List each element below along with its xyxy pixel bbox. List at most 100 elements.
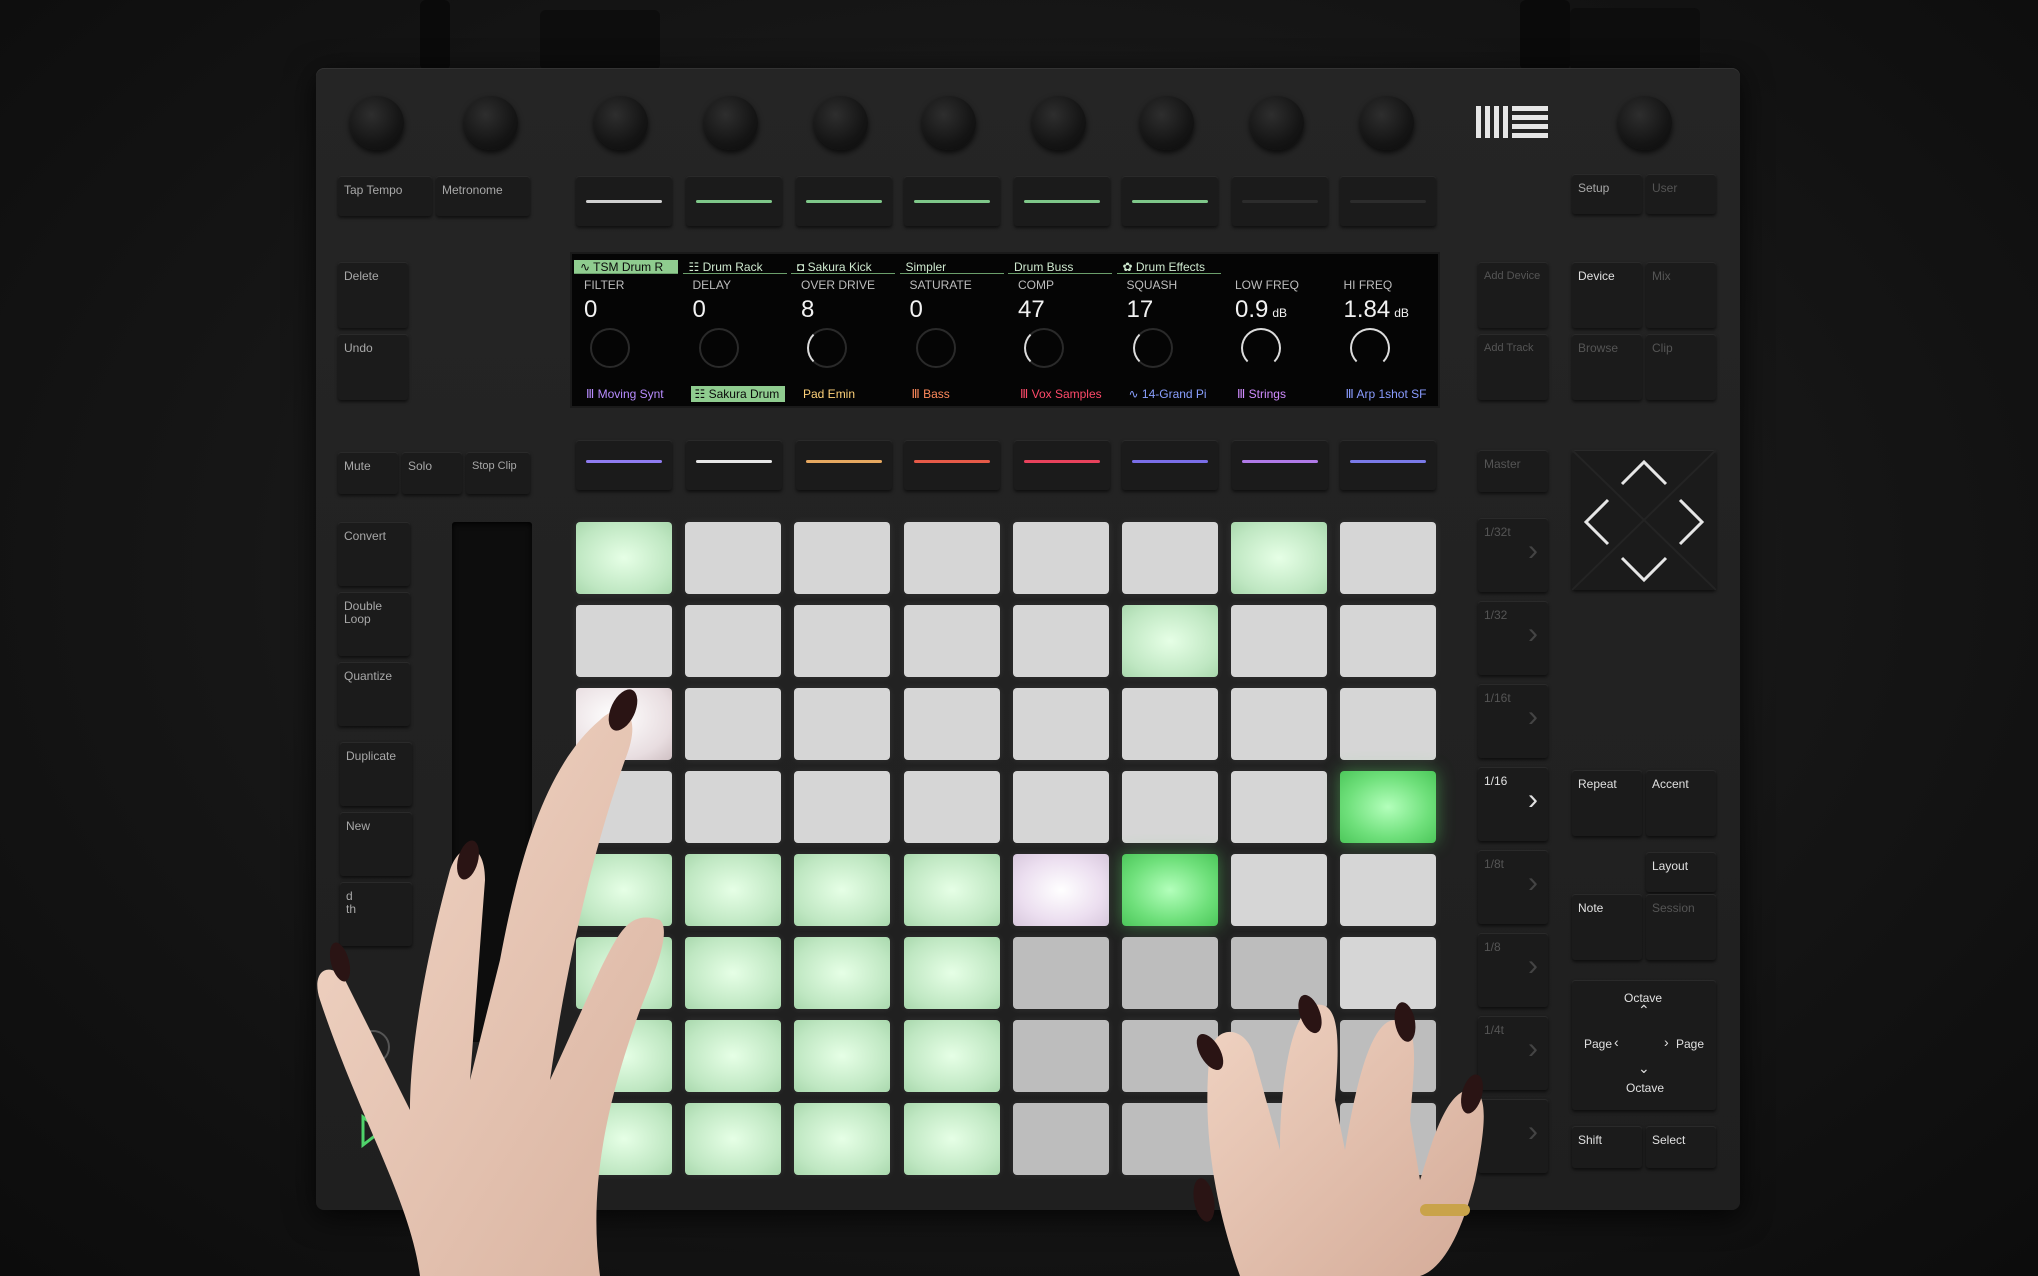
- delete-button[interactable]: Delete: [338, 262, 408, 328]
- pad[interactable]: [1012, 1020, 1109, 1092]
- pad[interactable]: [685, 854, 782, 926]
- pad[interactable]: [1231, 937, 1328, 1009]
- lower-track-button-5[interactable]: [1014, 440, 1110, 490]
- encoder-knob-5[interactable]: [1032, 96, 1086, 150]
- scene-launch-button-7[interactable]: 1/4t ›: [1478, 1016, 1548, 1090]
- pad[interactable]: [1231, 522, 1328, 594]
- new-button[interactable]: New: [340, 812, 412, 876]
- octave-down-label[interactable]: Octave: [1626, 1082, 1664, 1095]
- mute-button[interactable]: Mute: [338, 452, 398, 494]
- pad[interactable]: [685, 1103, 782, 1175]
- pad[interactable]: [794, 688, 891, 760]
- octave-up-icon[interactable]: ⌃: [1638, 1003, 1650, 1017]
- pad[interactable]: [576, 688, 672, 760]
- tempo-knob[interactable]: [350, 96, 404, 150]
- pad[interactable]: [685, 771, 782, 843]
- scene-launch-button-3[interactable]: 1/16t ›: [1478, 684, 1548, 758]
- pad[interactable]: [685, 605, 782, 677]
- page-right-icon[interactable]: ›: [1664, 1035, 1669, 1049]
- double-loop-button[interactable]: Double Loop: [338, 592, 410, 656]
- pad[interactable]: [1122, 854, 1218, 926]
- record-button[interactable]: [356, 1030, 390, 1064]
- add-device-button[interactable]: Add Device: [1478, 262, 1548, 328]
- encoder-knob-8[interactable]: [1360, 96, 1414, 150]
- pad[interactable]: [1340, 771, 1437, 843]
- pad[interactable]: [903, 1103, 1000, 1175]
- accent-button[interactable]: Accent: [1646, 770, 1716, 836]
- upper-track-button-6[interactable]: [1122, 176, 1218, 226]
- pad[interactable]: [685, 688, 782, 760]
- add-track-button[interactable]: Add Track: [1478, 334, 1548, 400]
- clip-button[interactable]: Clip: [1646, 334, 1716, 400]
- pad[interactable]: [1231, 771, 1328, 843]
- stop-clip-button[interactable]: Stop Clip: [466, 452, 530, 494]
- scene-launch-button-4[interactable]: 1/16 ›: [1478, 767, 1548, 841]
- octave-down-icon[interactable]: ⌄: [1638, 1061, 1650, 1075]
- session-button[interactable]: Session: [1646, 894, 1716, 960]
- upper-track-button-1[interactable]: [576, 176, 672, 226]
- undo-button[interactable]: Undo: [338, 334, 408, 400]
- dpad-arrows-icon[interactable]: [1571, 449, 1717, 591]
- pad[interactable]: [794, 522, 891, 594]
- pad[interactable]: [1340, 854, 1437, 926]
- pad[interactable]: [576, 605, 672, 677]
- pad[interactable]: [903, 605, 1000, 677]
- pad[interactable]: [576, 937, 672, 1009]
- master-volume-knob[interactable]: [1618, 96, 1672, 150]
- pad[interactable]: [1231, 605, 1328, 677]
- pad[interactable]: [1340, 937, 1437, 1009]
- page-left-icon[interactable]: ‹: [1614, 1035, 1619, 1049]
- pad[interactable]: [794, 771, 891, 843]
- pad[interactable]: [1122, 771, 1218, 843]
- lower-track-button-8[interactable]: [1340, 440, 1436, 490]
- pad[interactable]: [1012, 854, 1109, 926]
- shift-button[interactable]: Shift: [1572, 1126, 1642, 1168]
- scene-launch-button-2[interactable]: 1/32 ›: [1478, 601, 1548, 675]
- encoder-knob-2[interactable]: [704, 96, 758, 150]
- pad[interactable]: [1012, 771, 1109, 843]
- quantize-button[interactable]: Quantize: [338, 662, 410, 726]
- encoder-knob-3[interactable]: [814, 96, 868, 150]
- pad[interactable]: [1231, 688, 1328, 760]
- fixed-length-button[interactable]: d th: [340, 882, 412, 946]
- pad[interactable]: [1122, 1103, 1218, 1175]
- pad[interactable]: [903, 937, 1000, 1009]
- lower-track-button-4[interactable]: [904, 440, 1000, 490]
- pad[interactable]: [794, 1103, 891, 1175]
- lower-track-button-7[interactable]: [1232, 440, 1328, 490]
- pad[interactable]: [685, 937, 782, 1009]
- pad[interactable]: [1340, 605, 1437, 677]
- pad[interactable]: [576, 1020, 672, 1092]
- tap-tempo-button[interactable]: Tap Tempo: [338, 176, 432, 216]
- pad[interactable]: [1122, 937, 1218, 1009]
- master-button[interactable]: Master: [1478, 450, 1548, 492]
- pad[interactable]: [1122, 688, 1218, 760]
- mix-button[interactable]: Mix: [1646, 262, 1716, 328]
- setup-button[interactable]: Setup: [1572, 174, 1642, 214]
- pad[interactable]: [1231, 1020, 1328, 1092]
- page-left-label[interactable]: Page: [1584, 1038, 1612, 1051]
- pad[interactable]: [903, 1020, 1000, 1092]
- user-button[interactable]: User: [1646, 174, 1716, 214]
- pad[interactable]: [1340, 1020, 1437, 1092]
- pad[interactable]: [1012, 1103, 1109, 1175]
- touch-strip[interactable]: [452, 522, 532, 1042]
- upper-track-button-3[interactable]: [796, 176, 892, 226]
- pad[interactable]: [1012, 688, 1109, 760]
- pad[interactable]: [1340, 522, 1437, 594]
- upper-track-button-5[interactable]: [1014, 176, 1110, 226]
- scene-launch-button-1[interactable]: 1/32t ›: [1478, 518, 1548, 592]
- pad[interactable]: [903, 854, 1000, 926]
- scene-launch-button-5[interactable]: 1/8t ›: [1478, 850, 1548, 924]
- pad[interactable]: [685, 522, 782, 594]
- play-icon[interactable]: [360, 1114, 384, 1148]
- pad[interactable]: [576, 522, 672, 594]
- upper-track-button-8[interactable]: [1340, 176, 1436, 226]
- lower-track-button-6[interactable]: [1122, 440, 1218, 490]
- pad[interactable]: [794, 605, 891, 677]
- note-button[interactable]: Note: [1572, 894, 1642, 960]
- pad[interactable]: [1231, 1103, 1328, 1175]
- pad[interactable]: [903, 522, 1000, 594]
- pad[interactable]: [1122, 605, 1218, 677]
- encoder-knob-4[interactable]: [922, 96, 976, 150]
